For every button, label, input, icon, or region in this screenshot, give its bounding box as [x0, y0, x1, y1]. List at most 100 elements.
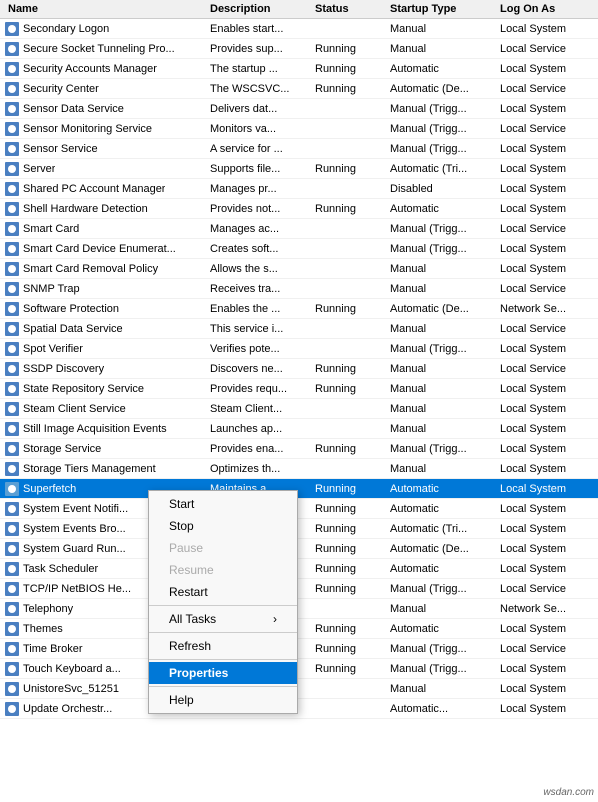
- table-row[interactable]: Spot Verifier Verifies pote... Manual (T…: [0, 339, 598, 359]
- row-desc: Discovers ne...: [210, 363, 315, 375]
- table-row[interactable]: Themes Running Automatic Local System: [0, 619, 598, 639]
- table-row[interactable]: Sensor Data Service Delivers dat... Manu…: [0, 99, 598, 119]
- table-row[interactable]: Still Image Acquisition Events Launches …: [0, 419, 598, 439]
- row-logon: Network Se...: [500, 603, 598, 615]
- table-row[interactable]: Sensor Monitoring Service Monitors va...…: [0, 119, 598, 139]
- row-status: Running: [315, 623, 390, 635]
- table-row[interactable]: TCP/IP NetBIOS He... Running Manual (Tri…: [0, 579, 598, 599]
- row-name-text: Smart Card Removal Policy: [23, 263, 158, 275]
- table-row[interactable]: Sensor Service A service for ... Manual …: [0, 139, 598, 159]
- row-status: Running: [315, 483, 390, 495]
- header-name[interactable]: Name: [0, 3, 210, 15]
- header-status[interactable]: Status: [315, 3, 390, 15]
- table-row[interactable]: Software Protection Enables the ... Runn…: [0, 299, 598, 319]
- service-icon: [4, 621, 20, 637]
- table-row[interactable]: UnistoreSvc_51251 Manual Local System: [0, 679, 598, 699]
- table-row[interactable]: Server Supports file... Running Automati…: [0, 159, 598, 179]
- service-icon: [4, 701, 20, 717]
- table-row[interactable]: Smart Card Device Enumerat... Creates so…: [0, 239, 598, 259]
- row-name-text: Spot Verifier: [23, 343, 83, 355]
- table-row[interactable]: Time Broker Running Manual (Trigg... Loc…: [0, 639, 598, 659]
- row-logon: Local System: [500, 623, 598, 635]
- table-row[interactable]: SSDP Discovery Discovers ne... Running M…: [0, 359, 598, 379]
- row-logon: Local System: [500, 523, 598, 535]
- table-row[interactable]: Spatial Data Service This service i... M…: [0, 319, 598, 339]
- menu-item-restart[interactable]: Restart: [149, 581, 297, 603]
- row-desc: Verifies pote...: [210, 343, 315, 355]
- service-icon: [4, 401, 20, 417]
- table-row[interactable]: System Event Notifi... Running Automatic…: [0, 499, 598, 519]
- row-logon: Local System: [500, 423, 598, 435]
- table-row[interactable]: Update Orchestr... Automatic... Local Sy…: [0, 699, 598, 719]
- table-row[interactable]: System Guard Run... Running Automatic (D…: [0, 539, 598, 559]
- row-name-text: Still Image Acquisition Events: [23, 423, 167, 435]
- row-status: Running: [315, 63, 390, 75]
- menu-item-stop[interactable]: Stop: [149, 515, 297, 537]
- table-row[interactable]: State Repository Service Provides requ..…: [0, 379, 598, 399]
- service-icon: [4, 101, 20, 117]
- menu-divider: [149, 659, 297, 660]
- table-row[interactable]: Storage Tiers Management Optimizes th...…: [0, 459, 598, 479]
- row-desc: The startup ...: [210, 63, 315, 75]
- row-desc: Enables the ...: [210, 303, 315, 315]
- table-row[interactable]: Superfetch Maintains a Running Automatic…: [0, 479, 598, 499]
- row-status: Running: [315, 503, 390, 515]
- row-startup: Manual: [390, 363, 500, 375]
- row-startup: Manual (Trigg...: [390, 343, 500, 355]
- table-row[interactable]: Task Scheduler Running Automatic Local S…: [0, 559, 598, 579]
- row-startup: Manual (Trigg...: [390, 123, 500, 135]
- table-row[interactable]: Shell Hardware Detection Provides not...…: [0, 199, 598, 219]
- header-startup[interactable]: Startup Type: [390, 3, 500, 15]
- table-row[interactable]: Smart Card Removal Policy Allows the s..…: [0, 259, 598, 279]
- menu-item-start[interactable]: Start: [149, 493, 297, 515]
- row-name-text: Sensor Data Service: [23, 103, 124, 115]
- table-row[interactable]: Smart Card Manages ac... Manual (Trigg..…: [0, 219, 598, 239]
- table-row[interactable]: Secure Socket Tunneling Pro... Provides …: [0, 39, 598, 59]
- service-icon: [4, 601, 20, 617]
- menu-divider: [149, 605, 297, 606]
- row-name-text: Server: [23, 163, 55, 175]
- table-row[interactable]: Secondary Logon Enables start... Manual …: [0, 19, 598, 39]
- menu-item-refresh[interactable]: Refresh: [149, 635, 297, 657]
- context-menu[interactable]: StartStopPauseResumeRestartAll Tasks›Ref…: [148, 490, 298, 714]
- row-startup: Automatic: [390, 623, 500, 635]
- menu-item-label: Properties: [169, 666, 228, 680]
- row-name-text: Storage Tiers Management: [23, 463, 156, 475]
- table-row[interactable]: Shared PC Account Manager Manages pr... …: [0, 179, 598, 199]
- service-icon: [4, 81, 20, 97]
- header-desc[interactable]: Description: [210, 3, 315, 15]
- table-row[interactable]: Steam Client Service Steam Client... Man…: [0, 399, 598, 419]
- menu-item-label: Resume: [169, 563, 214, 577]
- header-logon[interactable]: Log On As: [500, 3, 598, 15]
- row-name-text: Touch Keyboard a...: [23, 663, 121, 675]
- table-row[interactable]: Touch Keyboard a... Running Manual (Trig…: [0, 659, 598, 679]
- table-row[interactable]: SNMP Trap Receives tra... Manual Local S…: [0, 279, 598, 299]
- row-desc: Receives tra...: [210, 283, 315, 295]
- table-row[interactable]: System Events Bro... Running Automatic (…: [0, 519, 598, 539]
- row-name-text: System Event Notifi...: [23, 503, 128, 515]
- row-logon: Local System: [500, 263, 598, 275]
- row-startup: Manual (Trigg...: [390, 663, 500, 675]
- row-name-text: Storage Service: [23, 443, 101, 455]
- service-icon: [4, 281, 20, 297]
- table-row[interactable]: Security Center The WSCSVC... Running Au…: [0, 79, 598, 99]
- row-startup: Automatic: [390, 503, 500, 515]
- menu-item-all-tasks[interactable]: All Tasks›: [149, 608, 297, 630]
- menu-item-properties[interactable]: Properties: [149, 662, 297, 684]
- service-icon: [4, 541, 20, 557]
- table-row[interactable]: Telephony Manual Network Se...: [0, 599, 598, 619]
- menu-item-help[interactable]: Help: [149, 689, 297, 711]
- row-name-text: Spatial Data Service: [23, 323, 123, 335]
- row-startup: Manual: [390, 683, 500, 695]
- row-logon: Local System: [500, 243, 598, 255]
- table-row[interactable]: Security Accounts Manager The startup ..…: [0, 59, 598, 79]
- row-name-text: System Events Bro...: [23, 523, 126, 535]
- row-logon: Local System: [500, 543, 598, 555]
- table-row[interactable]: Storage Service Provides ena... Running …: [0, 439, 598, 459]
- service-icon: [4, 441, 20, 457]
- row-status: Running: [315, 83, 390, 95]
- row-startup: Manual (Trigg...: [390, 223, 500, 235]
- row-startup: Automatic: [390, 203, 500, 215]
- row-name-text: Security Accounts Manager: [23, 63, 157, 75]
- row-logon: Local Service: [500, 123, 598, 135]
